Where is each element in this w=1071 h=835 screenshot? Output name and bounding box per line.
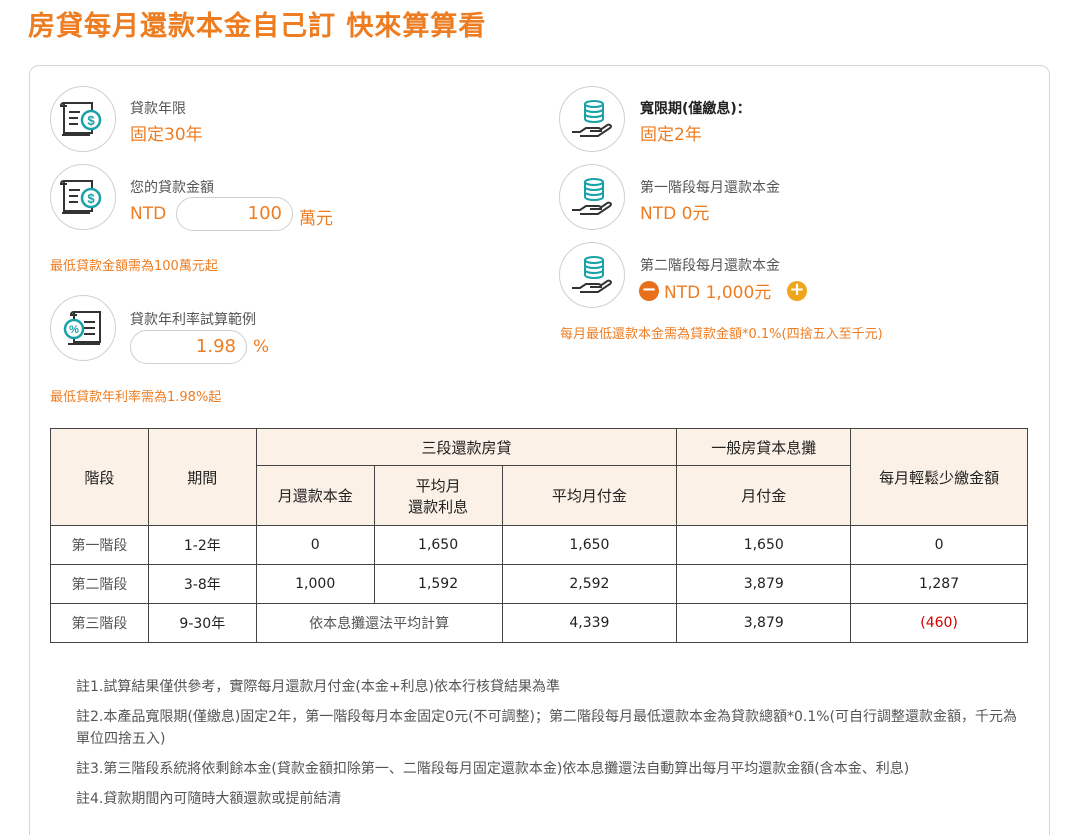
footnote-3: 註3.第三階段系統將依剩餘本金(貸款金額扣除第一、二階段每月固定還款本金)依本息… bbox=[76, 761, 910, 777]
interest-rate-unit: % bbox=[253, 337, 270, 357]
svg-text:$: $ bbox=[87, 191, 95, 206]
row-avg-payment: 2,592 bbox=[501, 564, 678, 604]
row-avg-payment: 1,650 bbox=[501, 525, 678, 565]
stage2-principal-note: 每月最低還款本金需為貸款金額*0.1%(四捨五入至千元) bbox=[560, 327, 883, 342]
footnote-2: 註2.本產品寬限期(僅繳息)固定2年，第一階段每月本金固定0元(不可調整)；第二… bbox=[76, 709, 1018, 747]
bill-dollar-icon: $ bbox=[50, 86, 116, 152]
interest-rate-label: 貸款年利率試算範例 bbox=[130, 312, 256, 328]
row-stage: 第一階段 bbox=[50, 525, 149, 565]
row-period: 3-8年 bbox=[147, 564, 257, 604]
loan-amount-unit: 萬元 bbox=[299, 209, 333, 229]
coins-hand-icon bbox=[559, 164, 625, 230]
loan-term-value: 固定30年 bbox=[130, 125, 203, 145]
row-period: 9-30年 bbox=[147, 603, 257, 643]
loan-term-label: 貸款年限 bbox=[130, 101, 186, 117]
row-principal: 0 bbox=[255, 525, 375, 565]
interest-rate-input[interactable]: 1.98 bbox=[130, 330, 247, 364]
row-general-payment: 3,879 bbox=[676, 603, 852, 643]
table-row: 第一階段 1-2年 0 1,650 1,650 1,650 0 bbox=[50, 525, 1028, 565]
header-monthly-payment: 月付金 bbox=[676, 465, 852, 526]
row-stage: 第二階段 bbox=[50, 564, 149, 604]
header-avg-interest-line1: 平均月 bbox=[415, 476, 461, 495]
bill-dollar-icon: $ bbox=[50, 164, 116, 230]
header-monthly-savings: 每月輕鬆少繳金額 bbox=[850, 428, 1028, 526]
row-savings: (460) bbox=[850, 603, 1028, 643]
row-general-payment: 3,879 bbox=[676, 564, 852, 604]
row-principal: 1,000 bbox=[255, 564, 375, 604]
loan-amount-input[interactable]: 100 bbox=[176, 197, 293, 231]
header-avg-interest-line2: 還款利息 bbox=[408, 497, 469, 516]
table-row: 第二階段 3-8年 1,000 1,592 2,592 3,879 1,287 bbox=[50, 564, 1028, 604]
stage1-principal-value: NTD 0元 bbox=[640, 204, 710, 224]
svg-text:$: $ bbox=[87, 113, 95, 128]
header-avg-interest: 平均月 還款利息 bbox=[373, 465, 503, 526]
footnotes: 註1.試算結果僅供參考，實際每月還款月付金(本金+利息)依本行核貸結果為準 註2… bbox=[76, 676, 1026, 818]
svg-text:%: % bbox=[69, 324, 79, 336]
grace-period-value: 固定2年 bbox=[640, 125, 702, 145]
plus-circle-icon[interactable]: + bbox=[787, 281, 807, 301]
row-savings: 0 bbox=[850, 525, 1028, 565]
header-period: 期間 bbox=[147, 428, 257, 526]
footnote-1: 註1.試算結果僅供參考，實際每月還款月付金(本金+利息)依本行核貸結果為準 bbox=[76, 679, 561, 695]
coins-hand-icon bbox=[559, 86, 625, 152]
minus-circle-icon[interactable]: − bbox=[639, 281, 659, 301]
row-merged-method: 依本息攤還法平均計算 bbox=[255, 603, 503, 643]
loan-amount-label: 您的貸款金額 bbox=[130, 180, 214, 196]
row-interest: 1,650 bbox=[373, 525, 503, 565]
interest-rate-note: 最低貸款年利率需為1.98%起 bbox=[50, 390, 222, 405]
row-savings: 1,287 bbox=[850, 564, 1028, 604]
footnote-4: 註4.貸款期間內可隨時大額還款或提前結清 bbox=[76, 791, 342, 807]
result-table: 階段 期間 三段還款房貸 一般房貸本息攤 每月輕鬆少繳金額 月還款本金 平均月 … bbox=[50, 428, 1028, 643]
row-interest: 1,592 bbox=[373, 564, 503, 604]
row-period: 1-2年 bbox=[147, 525, 257, 565]
header-general-loan: 一般房貸本息攤 bbox=[676, 428, 852, 466]
stage2-principal-label: 第二階段每月還款本金 bbox=[640, 258, 780, 274]
header-avg-payment: 平均月付金 bbox=[501, 465, 678, 526]
header-monthly-principal: 月還款本金 bbox=[255, 465, 375, 526]
table-row: 第三階段 9-30年 依本息攤還法平均計算 4,339 3,879 (460) bbox=[50, 603, 1028, 643]
header-three-stage-loan: 三段還款房貸 bbox=[255, 428, 678, 466]
header-stage: 階段 bbox=[50, 428, 149, 526]
loan-amount-note: 最低貸款金額需為100萬元起 bbox=[50, 259, 218, 274]
row-general-payment: 1,650 bbox=[676, 525, 852, 565]
loan-amount-prefix: NTD bbox=[130, 204, 167, 224]
row-avg-payment: 4,339 bbox=[501, 603, 678, 643]
coins-hand-icon bbox=[559, 242, 625, 308]
row-stage: 第三階段 bbox=[50, 603, 149, 643]
grace-period-label: 寬限期(僅繳息)： bbox=[640, 101, 751, 117]
stage1-principal-label: 第一階段每月還款本金 bbox=[640, 180, 780, 196]
bill-percent-icon: % bbox=[50, 295, 116, 361]
page-title: 房貸每月還款本金自己訂 快來算算看 bbox=[28, 11, 487, 42]
stage2-principal-value: NTD 1,000元 bbox=[664, 283, 772, 303]
